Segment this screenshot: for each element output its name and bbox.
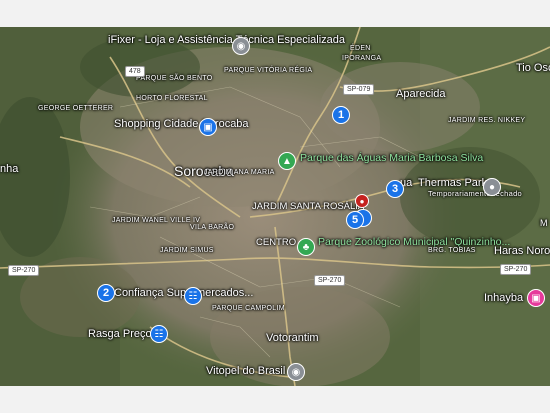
hood-jardim-ana-maria: JARDIM ANA MARIA <box>204 169 275 176</box>
hotel-icon[interactable]: ▣ <box>527 289 545 307</box>
place-parque-das-aguas[interactable]: Parque das Águas Maria Barbosa Silva <box>300 152 483 164</box>
hood-centro: CENTRO <box>256 237 297 248</box>
marker-3[interactable]: 3 <box>386 180 404 198</box>
marker-2[interactable]: 2 <box>97 284 115 302</box>
cart-icon-2[interactable]: ☷ <box>150 325 168 343</box>
hood-iporanga: IPORANGA <box>342 55 382 62</box>
place-inhayba[interactable]: Inhayba <box>484 292 523 305</box>
hood-parque-vitoria: PARQUE VITÓRIA RÉGIA <box>224 67 313 74</box>
park-icon[interactable]: ▲ <box>278 152 296 170</box>
hood-jardim-res-nikkey: JARDIM RES. NIKKEY <box>448 117 526 124</box>
road-shield-sp079: SP-079 <box>343 84 375 95</box>
marker-1[interactable]: 1 <box>332 106 350 124</box>
zoo-icon[interactable]: ♣ <box>297 238 315 256</box>
shopping-bag-icon[interactable]: ◉ <box>232 37 250 55</box>
place-tio-oscar: Tio Osc <box>516 62 550 74</box>
hood-horto: HORTO FLORESTAL <box>136 95 208 102</box>
place-ifixer[interactable]: iFixer - Loja e Assistência Técnica Espe… <box>108 34 345 47</box>
road-shield-478: 478 <box>125 66 145 77</box>
hood-brg-tobias: BRG. TOBIAS <box>428 247 476 254</box>
place-rasga-preco[interactable]: Rasga Preço <box>88 328 152 341</box>
marker-5[interactable]: 5 <box>346 211 364 229</box>
place-votorantim: Votorantim <box>266 332 319 344</box>
hood-george: GEORGE OETTERER <box>38 105 114 112</box>
hood-eden: ÉDEN <box>350 45 371 52</box>
place-thermas-park[interactable]: Thermas Park <box>418 177 487 190</box>
place-haras: Haras Noron <box>494 245 550 257</box>
place-vitopel[interactable]: Vitopel do Brasil <box>206 365 285 378</box>
place-anha: nha <box>0 163 19 175</box>
road-shield-sp270-west: SP-270 <box>8 265 40 276</box>
place-shopping-cidade[interactable]: Shopping Cidade Sorocaba <box>114 118 249 131</box>
place-aparecida: Aparecida <box>396 88 446 100</box>
hood-jardim-wanel: JARDIM WANEL VILLE IV <box>112 217 201 224</box>
water-park-icon[interactable]: ● <box>483 178 501 196</box>
thermas-status: Temporariamente fechado <box>428 189 523 198</box>
factory-icon[interactable]: ◉ <box>287 363 305 381</box>
satellite-map[interactable]: iFixer - Loja e Assistência Técnica Espe… <box>0 27 550 386</box>
road-shield-sp270-center: SP-270 <box>314 275 346 286</box>
hood-m: M <box>540 218 548 228</box>
hood-parque-campolim: PARQUE CAMPOLIM <box>212 305 285 312</box>
hood-jardim-simus: JARDIM SIMUS <box>160 247 214 254</box>
shopping-icon[interactable]: ▣ <box>199 118 217 136</box>
hood-jardim-santa-rosalia: JARDIM SANTA ROSÁLIA <box>252 201 365 212</box>
cart-icon[interactable]: ☷ <box>184 287 202 305</box>
hood-vila-barao: VILA BARÃO <box>190 224 235 231</box>
road-shield-sp270-east: SP-270 <box>500 264 532 275</box>
pin-icon[interactable]: ● <box>355 194 369 208</box>
place-zoologico[interactable]: Parque Zoológico Municipal "Quinzinho... <box>318 236 510 248</box>
hood-parque-sao-bento: PARQUE SÃO BENTO <box>136 75 213 82</box>
